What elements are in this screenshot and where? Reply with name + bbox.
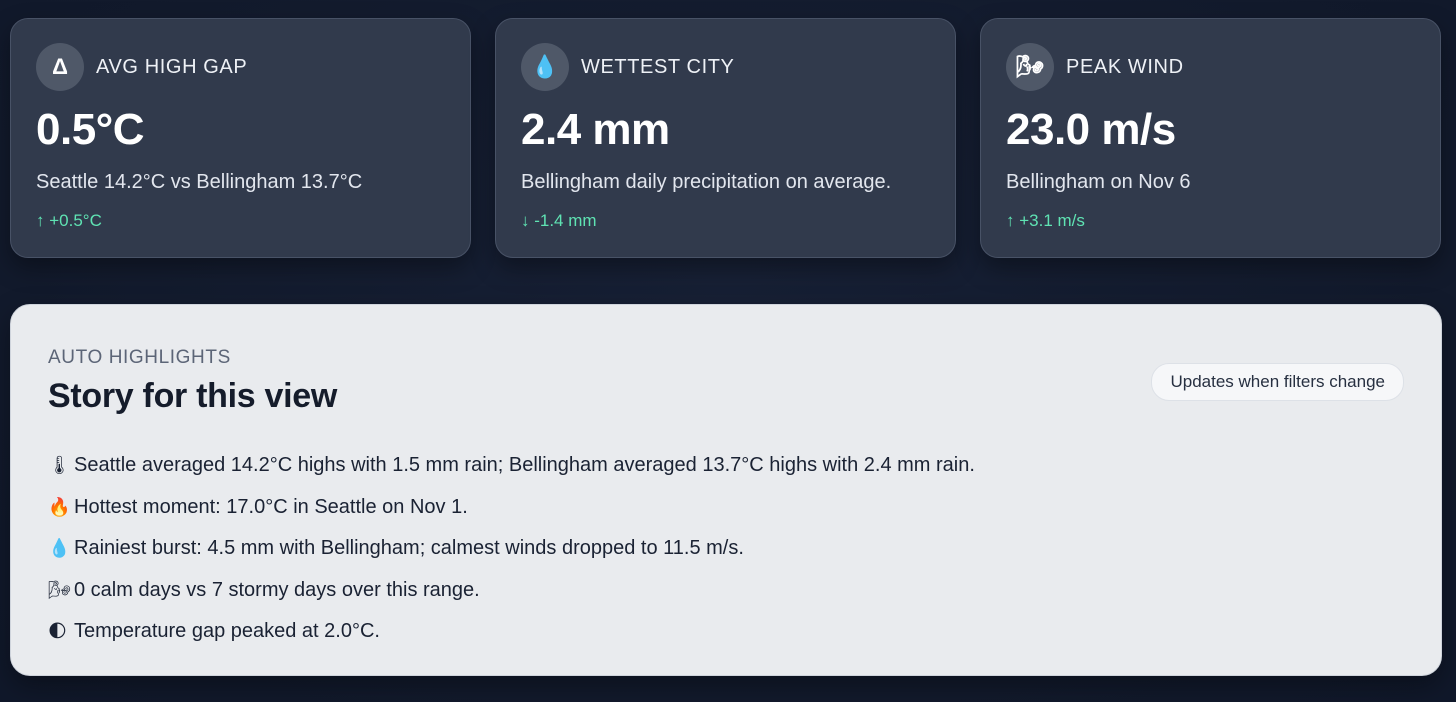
- delta-icon: Δ: [36, 43, 84, 91]
- card-label: WETTEST CITY: [581, 55, 735, 78]
- kpi-card-wettest-city: 💧 WETTEST CITY 2.4 mm Bellingham daily p…: [495, 18, 956, 258]
- card-value: 0.5°C: [36, 105, 145, 154]
- panel-title: Story for this view: [48, 377, 338, 415]
- fire-icon: 🔥: [48, 496, 71, 517]
- kpi-card-avg-high-gap: Δ AVG HIGH GAP 0.5°C Seattle 14.2°C vs B…: [10, 18, 471, 258]
- highlight-text: Seattle averaged 14.2°C highs with 1.5 m…: [74, 454, 975, 477]
- list-item: 🌓 Temperature gap peaked at 2.0°C.: [48, 611, 975, 653]
- card-delta: ↑ +3.1 m/s: [1006, 211, 1085, 230]
- wind-icon: 🌬: [48, 579, 71, 600]
- filters-status-chip: Updates when filters change: [1151, 363, 1404, 401]
- list-item: 🔥 Hottest moment: 17.0°C in Seattle on N…: [48, 487, 975, 529]
- kpi-cards: Δ AVG HIGH GAP 0.5°C Seattle 14.2°C vs B…: [10, 18, 1442, 258]
- list-item: 💧 Rainiest burst: 4.5 mm with Bellingham…: [48, 528, 975, 570]
- card-header: Δ AVG HIGH GAP: [36, 43, 247, 91]
- droplet-icon: 💧: [48, 538, 71, 559]
- auto-highlights-panel: AUTO HIGHLIGHTS Story for this view Upda…: [10, 304, 1442, 676]
- card-description: Bellingham on Nov 6: [1006, 171, 1191, 193]
- highlight-text: Rainiest burst: 4.5 mm with Bellingham; …: [74, 537, 744, 560]
- panel-eyebrow: AUTO HIGHLIGHTS: [48, 347, 231, 368]
- highlights-list: 🌡 Seattle averaged 14.2°C highs with 1.5…: [48, 445, 975, 653]
- highlight-text: Hottest moment: 17.0°C in Seattle on Nov…: [74, 495, 468, 518]
- card-description: Bellingham daily precipitation on averag…: [521, 171, 892, 193]
- card-label: AVG HIGH GAP: [96, 55, 248, 78]
- card-header: 🌬 PEAK WIND: [1006, 43, 1184, 91]
- half-moon-icon: 🌓: [48, 621, 67, 642]
- highlight-text: Temperature gap peaked at 2.0°C.: [74, 620, 380, 643]
- card-value: 2.4 mm: [521, 105, 670, 154]
- kpi-card-peak-wind: 🌬 PEAK WIND 23.0 m/s Bellingham on Nov 6…: [980, 18, 1441, 258]
- card-header: 💧 WETTEST CITY: [521, 43, 735, 91]
- droplet-icon: 💧: [521, 43, 569, 91]
- card-delta: ↓ -1.4 mm: [521, 211, 597, 230]
- highlight-text: 0 calm days vs 7 stormy days over this r…: [74, 578, 480, 601]
- card-description: Seattle 14.2°C vs Bellingham 13.7°C: [36, 171, 363, 193]
- dashboard-page: Δ AVG HIGH GAP 0.5°C Seattle 14.2°C vs B…: [0, 0, 1456, 702]
- card-delta: ↑ +0.5°C: [36, 211, 102, 230]
- list-item: 🌡 Seattle averaged 14.2°C highs with 1.5…: [48, 445, 975, 487]
- card-label: PEAK WIND: [1066, 55, 1184, 78]
- wind-icon: 🌬: [1006, 43, 1054, 91]
- thermometer-icon: 🌡: [48, 455, 71, 476]
- list-item: 🌬 0 calm days vs 7 stormy days over this…: [48, 570, 975, 612]
- card-value: 23.0 m/s: [1006, 105, 1176, 154]
